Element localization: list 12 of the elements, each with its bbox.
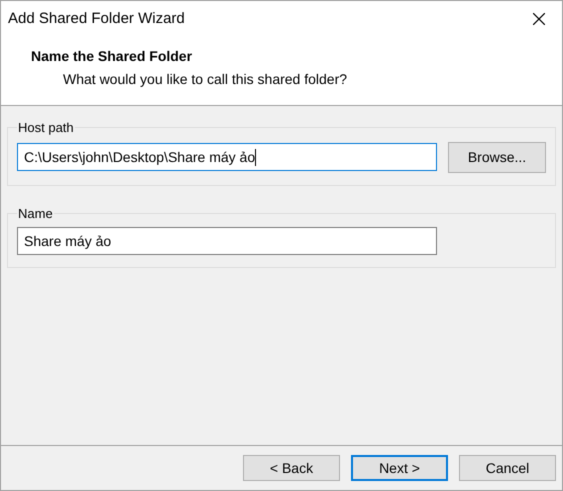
browse-button[interactable]: Browse... (448, 142, 546, 172)
group-label: Name (17, 204, 54, 222)
text-field[interactable]: C:\Users\john\Desktop\Share máy ảo (17, 143, 437, 171)
wizard-button[interactable]: Next > (351, 455, 448, 481)
text-field[interactable]: Share máy ảo (17, 227, 437, 255)
wizard-button[interactable]: < Back (243, 455, 340, 481)
page-description: What would you like to call this shared folder? (62, 70, 348, 89)
wizard-button[interactable]: Cancel (459, 455, 556, 481)
page-heading: Name the Shared Folder (31, 47, 194, 66)
window-title: Add Shared Folder Wizard (8, 8, 185, 29)
group-label: Host path (17, 119, 75, 137)
close-icon (533, 13, 545, 25)
